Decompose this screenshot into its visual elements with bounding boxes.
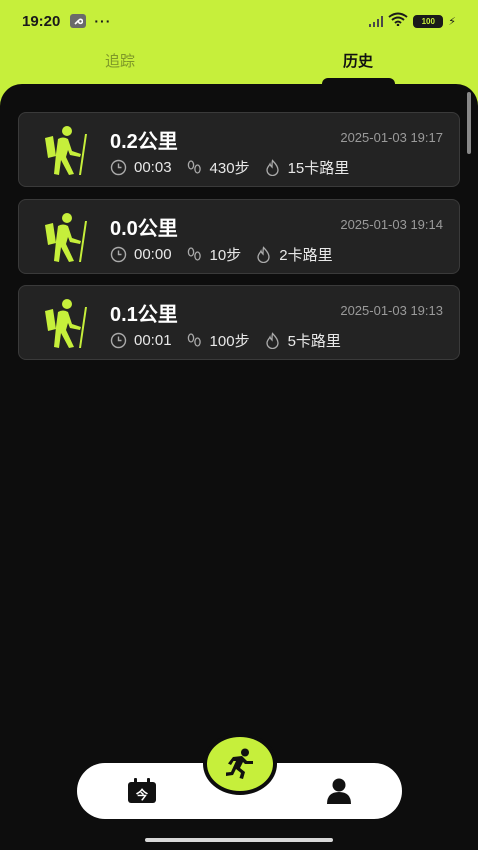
wifi-icon (388, 12, 408, 31)
hiker-icon (45, 299, 87, 348)
active-tab-indicator (322, 78, 395, 86)
record-steps: 430步 (209, 160, 250, 177)
flame-icon (257, 246, 270, 263)
calendar-today-icon[interactable]: 今 (127, 778, 157, 804)
record-distance: 0.1公里 (110, 304, 178, 326)
footsteps-icon (187, 333, 201, 347)
home-indicator (145, 838, 333, 842)
clock-icon (110, 246, 127, 263)
tab-history[interactable]: 历史 (318, 42, 398, 78)
top-tabs: 追踪 历史 (0, 42, 478, 82)
charging-icon: ⚡ (448, 15, 456, 28)
record-calories: 5卡路里 (287, 333, 341, 350)
tab-track[interactable]: 追踪 (80, 42, 160, 78)
signal-icon (369, 15, 384, 27)
footsteps-icon (187, 160, 201, 174)
record-stats: 00:03 430步 15卡路里 (110, 157, 363, 178)
record-datetime: 2025-01-03 19:14 (340, 217, 443, 232)
history-record-card[interactable]: 0.0公里 2025-01-03 19:14 00:00 10步 2卡路里 (18, 199, 460, 274)
footsteps-icon (187, 247, 201, 261)
history-record-card[interactable]: 0.1公里 2025-01-03 19:13 00:01 100步 5卡路里 (18, 285, 460, 360)
record-steps: 10步 (209, 247, 242, 264)
status-time: 19:20 (22, 12, 61, 30)
clock-icon (110, 332, 127, 349)
record-distance: 0.2公里 (110, 131, 178, 153)
record-distance: 0.0公里 (110, 218, 178, 240)
record-calories: 2卡路里 (279, 247, 333, 264)
clock-icon (110, 159, 127, 176)
record-datetime: 2025-01-03 19:13 (340, 303, 443, 318)
record-datetime: 2025-01-03 19:17 (340, 130, 443, 145)
hiker-icon (45, 213, 87, 262)
more-notifications: ··· (94, 13, 112, 29)
hiker-icon (45, 126, 87, 175)
battery-icon: 100 (413, 14, 444, 28)
profile-icon[interactable] (326, 777, 352, 805)
status-bar: 19:20 ··· 100 ⚡ (0, 0, 478, 42)
scrollbar[interactable] (467, 92, 471, 154)
flame-icon (265, 332, 279, 349)
record-duration: 00:03 (134, 159, 172, 176)
record-duration: 00:01 (134, 332, 172, 349)
history-record-card[interactable]: 0.2公里 2025-01-03 19:17 00:03 430步 15卡路里 (18, 112, 460, 187)
record-calories: 15卡路里 (287, 160, 350, 177)
record-steps: 100步 (209, 333, 250, 350)
flame-icon (265, 159, 279, 176)
calendar-today-label: 今 (135, 787, 149, 802)
running-person-icon (226, 748, 253, 779)
record-stats: 00:01 100步 5卡路里 (110, 330, 355, 351)
start-run-button[interactable] (203, 733, 277, 795)
record-duration: 00:00 (134, 246, 172, 263)
record-stats: 00:00 10步 2卡路里 (110, 244, 347, 265)
wrench-icon (70, 14, 87, 28)
